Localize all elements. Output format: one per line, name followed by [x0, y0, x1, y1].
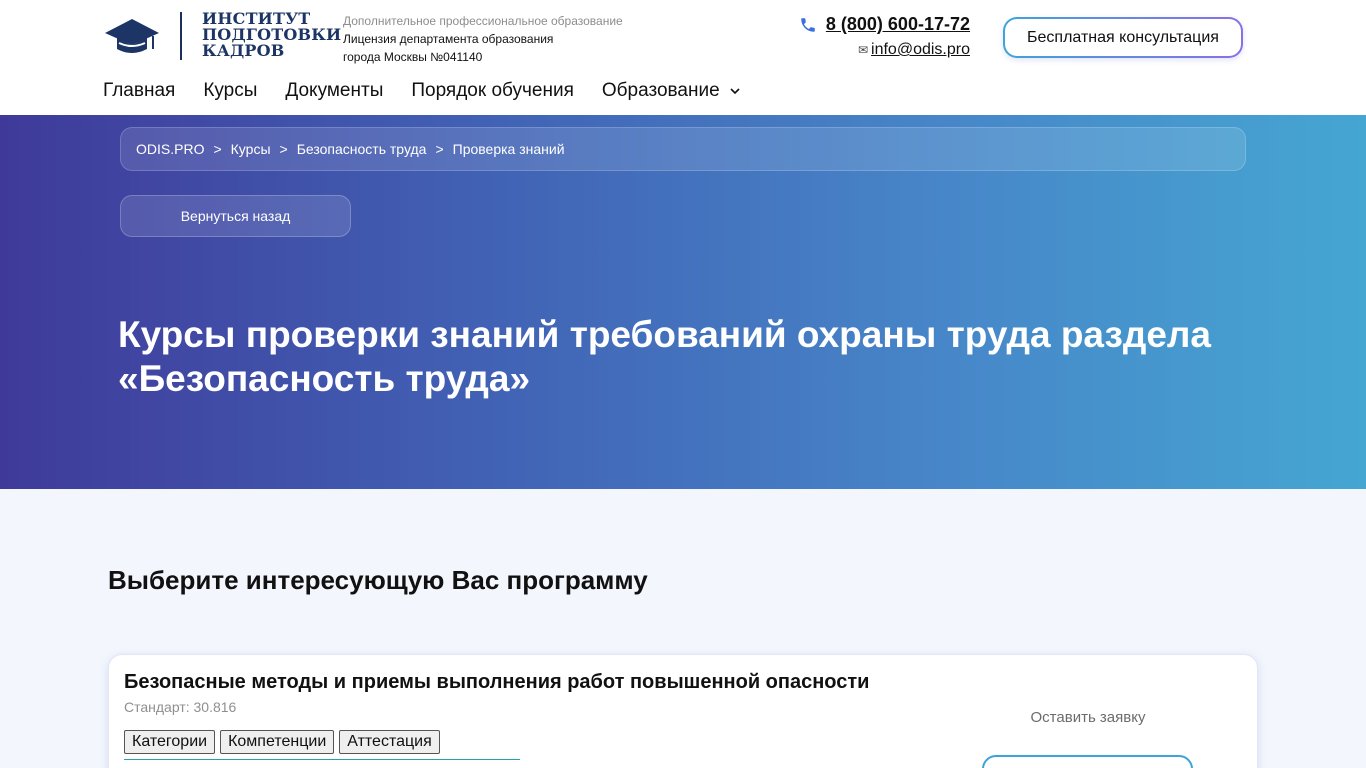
- nav-item-documents[interactable]: Документы: [285, 80, 383, 102]
- tab-competencies[interactable]: Компетенции: [220, 730, 335, 754]
- tab-categories[interactable]: Категории: [124, 730, 216, 754]
- program-title[interactable]: Безопасные методы и приемы выполнения ра…: [124, 671, 869, 694]
- license-line-3: города Москвы №041140: [343, 50, 483, 64]
- phone-icon: [801, 18, 815, 32]
- breadcrumb-separator: >: [279, 141, 288, 157]
- nav-item-study-order[interactable]: Порядок обучения: [411, 80, 574, 102]
- breadcrumb-separator: >: [213, 141, 222, 157]
- nav-item-education[interactable]: Образование: [602, 80, 742, 102]
- apply-button[interactable]: [982, 755, 1193, 768]
- license-line-2: Лицензия департамента образования: [343, 32, 554, 46]
- logo-divider: [180, 12, 182, 60]
- page-title: Курсы проверки знаний требований охраны …: [118, 314, 1211, 399]
- program-standard: Стандарт: 30.816: [124, 699, 237, 715]
- chevron-down-icon: [730, 88, 740, 95]
- email-link[interactable]: info@odis.pro: [871, 41, 970, 58]
- free-consultation-button[interactable]: Бесплатная консультация: [1003, 17, 1243, 58]
- graduation-cap-icon: [105, 19, 159, 53]
- breadcrumb-item-safety[interactable]: Безопасность труда: [297, 141, 427, 157]
- email-contact: ✉ info@odis.pro: [855, 41, 970, 59]
- main-nav: Главная Курсы Документы Порядок обучения…: [103, 79, 770, 103]
- license-info: Дополнительное профессиональное образова…: [343, 12, 623, 66]
- breadcrumb-current: Проверка знаний: [452, 141, 565, 157]
- nav-item-courses[interactable]: Курсы: [203, 80, 257, 102]
- breadcrumb-separator: >: [435, 141, 444, 157]
- logo-text: ИНСТИТУТ ПОДГОТОВКИ КАДРОВ: [202, 11, 341, 59]
- nav-item-label: Порядок обучения: [411, 80, 574, 101]
- logo[interactable]: ИНСТИТУТ ПОДГОТОВКИ КАДРОВ: [103, 11, 341, 62]
- apply-label: Оставить заявку: [1030, 709, 1146, 726]
- back-button[interactable]: Вернуться назад: [120, 195, 351, 237]
- site-header: ИНСТИТУТ ПОДГОТОВКИ КАДРОВ Дополнительно…: [0, 0, 1366, 115]
- section-title: Выберите интересующую Вас программу: [108, 565, 648, 595]
- program-tabs: Категории Компетенции Аттестация: [124, 730, 520, 760]
- license-line-1: Дополнительное профессиональное образова…: [343, 14, 623, 28]
- nav-item-label: Образование: [601, 80, 720, 101]
- phone-contact: 8 (800) 600-17-72: [799, 14, 970, 36]
- program-card: Безопасные методы и приемы выполнения ра…: [108, 654, 1258, 768]
- breadcrumb-item-home[interactable]: ODIS.PRO: [136, 141, 204, 157]
- tab-attestation[interactable]: Аттестация: [339, 730, 440, 754]
- nav-item-home[interactable]: Главная: [103, 80, 175, 102]
- nav-item-label: Документы: [285, 80, 384, 101]
- logo-line-3: КАДРОВ: [202, 41, 285, 60]
- hero-banner: ODIS.PRO > Курсы > Безопасность труда > …: [0, 115, 1366, 489]
- envelope-icon: ✉: [857, 43, 869, 57]
- nav-item-label: Главная: [103, 80, 176, 101]
- phone-link[interactable]: 8 (800) 600-17-72: [826, 14, 970, 34]
- breadcrumb-item-courses[interactable]: Курсы: [231, 141, 271, 157]
- breadcrumb: ODIS.PRO > Курсы > Безопасность труда > …: [120, 127, 1246, 171]
- nav-item-label: Курсы: [203, 80, 258, 101]
